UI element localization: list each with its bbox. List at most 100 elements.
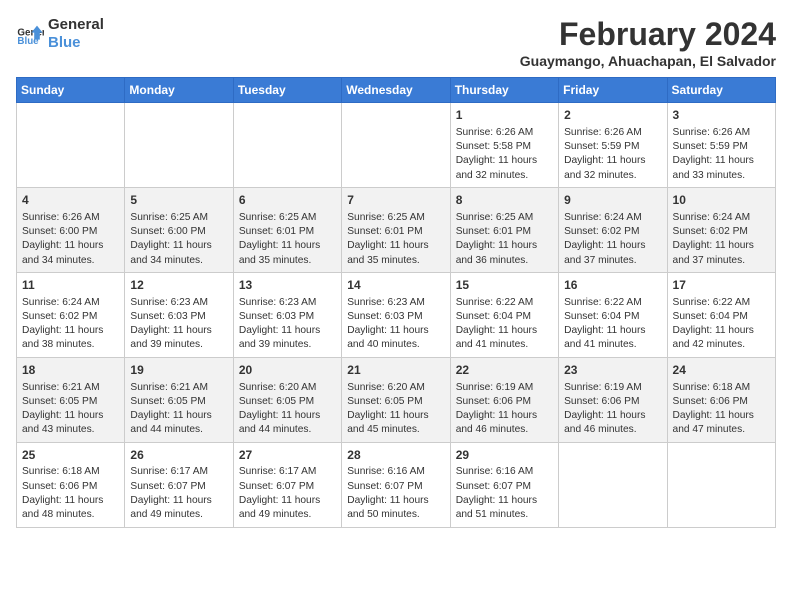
- day-info-line: Sunrise: 6:23 AM: [347, 296, 444, 310]
- day-info-line: Sunrise: 6:23 AM: [239, 296, 336, 310]
- day-number: 24: [673, 362, 770, 379]
- day-info-line: and 46 minutes.: [564, 423, 661, 437]
- day-cell: 20Sunrise: 6:20 AMSunset: 6:05 PMDayligh…: [233, 357, 341, 442]
- day-info-line: Sunrise: 6:25 AM: [347, 211, 444, 225]
- title-block: February 2024 Guaymango, Ahuachapan, El …: [520, 16, 776, 69]
- month-year-title: February 2024: [520, 16, 776, 53]
- header-cell-tuesday: Tuesday: [233, 78, 341, 103]
- day-info-line: Sunrise: 6:25 AM: [130, 211, 227, 225]
- day-cell: 23Sunrise: 6:19 AMSunset: 6:06 PMDayligh…: [559, 357, 667, 442]
- calendar-body: 1Sunrise: 6:26 AMSunset: 5:58 PMDaylight…: [17, 103, 776, 528]
- day-info-line: and 34 minutes.: [22, 254, 119, 268]
- day-number: 19: [130, 362, 227, 379]
- day-number: 9: [564, 192, 661, 209]
- header-cell-friday: Friday: [559, 78, 667, 103]
- day-info-line: and 37 minutes.: [673, 254, 770, 268]
- day-info-line: Daylight: 11 hours: [239, 324, 336, 338]
- day-info-line: Sunset: 5:58 PM: [456, 140, 553, 154]
- day-info-line: Sunset: 6:07 PM: [239, 480, 336, 494]
- day-info-line: Sunset: 6:03 PM: [347, 310, 444, 324]
- day-info-line: Daylight: 11 hours: [564, 154, 661, 168]
- day-info-line: and 46 minutes.: [456, 423, 553, 437]
- day-cell: 13Sunrise: 6:23 AMSunset: 6:03 PMDayligh…: [233, 272, 341, 357]
- day-info-line: Sunset: 6:02 PM: [564, 225, 661, 239]
- day-cell: 18Sunrise: 6:21 AMSunset: 6:05 PMDayligh…: [17, 357, 125, 442]
- day-info-line: Sunset: 6:00 PM: [22, 225, 119, 239]
- day-info-line: Sunset: 6:04 PM: [673, 310, 770, 324]
- day-info-line: Sunrise: 6:24 AM: [673, 211, 770, 225]
- day-info-line: Sunrise: 6:20 AM: [347, 381, 444, 395]
- logo-text-general: General: [48, 16, 104, 34]
- header-cell-wednesday: Wednesday: [342, 78, 450, 103]
- day-number: 20: [239, 362, 336, 379]
- calendar-table: SundayMondayTuesdayWednesdayThursdayFrid…: [16, 77, 776, 528]
- day-number: 21: [347, 362, 444, 379]
- day-info-line: and 35 minutes.: [239, 254, 336, 268]
- day-number: 28: [347, 447, 444, 464]
- header-cell-thursday: Thursday: [450, 78, 558, 103]
- day-info-line: Daylight: 11 hours: [130, 324, 227, 338]
- day-info-line: and 49 minutes.: [130, 508, 227, 522]
- week-row-5: 25Sunrise: 6:18 AMSunset: 6:06 PMDayligh…: [17, 442, 776, 527]
- day-info-line: Sunrise: 6:17 AM: [239, 465, 336, 479]
- day-cell: 26Sunrise: 6:17 AMSunset: 6:07 PMDayligh…: [125, 442, 233, 527]
- day-info-line: and 44 minutes.: [239, 423, 336, 437]
- day-number: 17: [673, 277, 770, 294]
- day-cell: 16Sunrise: 6:22 AMSunset: 6:04 PMDayligh…: [559, 272, 667, 357]
- day-number: 4: [22, 192, 119, 209]
- day-info-line: and 39 minutes.: [239, 338, 336, 352]
- day-number: 3: [673, 107, 770, 124]
- header-row: SundayMondayTuesdayWednesdayThursdayFrid…: [17, 78, 776, 103]
- day-cell: 9Sunrise: 6:24 AMSunset: 6:02 PMDaylight…: [559, 187, 667, 272]
- day-info-line: and 34 minutes.: [130, 254, 227, 268]
- day-info-line: and 47 minutes.: [673, 423, 770, 437]
- day-info-line: and 40 minutes.: [347, 338, 444, 352]
- day-info-line: Sunrise: 6:20 AM: [239, 381, 336, 395]
- day-number: 11: [22, 277, 119, 294]
- day-info-line: Sunset: 6:06 PM: [22, 480, 119, 494]
- day-info-line: Sunrise: 6:22 AM: [673, 296, 770, 310]
- day-info-line: and 50 minutes.: [347, 508, 444, 522]
- day-info-line: Sunrise: 6:17 AM: [130, 465, 227, 479]
- day-info-line: and 42 minutes.: [673, 338, 770, 352]
- day-number: 23: [564, 362, 661, 379]
- day-info-line: Daylight: 11 hours: [22, 324, 119, 338]
- day-number: 7: [347, 192, 444, 209]
- day-info-line: Daylight: 11 hours: [673, 409, 770, 423]
- day-info-line: Sunrise: 6:26 AM: [673, 126, 770, 140]
- day-info-line: Sunset: 6:07 PM: [456, 480, 553, 494]
- day-info-line: Sunset: 6:05 PM: [130, 395, 227, 409]
- day-info-line: Daylight: 11 hours: [456, 154, 553, 168]
- day-info-line: Daylight: 11 hours: [22, 239, 119, 253]
- day-info-line: Sunrise: 6:26 AM: [22, 211, 119, 225]
- day-info-line: Sunset: 6:07 PM: [130, 480, 227, 494]
- day-info-line: and 32 minutes.: [564, 169, 661, 183]
- day-info-line: Sunrise: 6:25 AM: [456, 211, 553, 225]
- day-info-line: Sunset: 6:06 PM: [456, 395, 553, 409]
- day-cell: 21Sunrise: 6:20 AMSunset: 6:05 PMDayligh…: [342, 357, 450, 442]
- day-number: 16: [564, 277, 661, 294]
- day-info-line: Sunset: 6:01 PM: [347, 225, 444, 239]
- day-info-line: Sunrise: 6:26 AM: [564, 126, 661, 140]
- day-info-line: Sunset: 5:59 PM: [564, 140, 661, 154]
- logo-text-blue: Blue: [48, 34, 104, 52]
- day-cell: 6Sunrise: 6:25 AMSunset: 6:01 PMDaylight…: [233, 187, 341, 272]
- day-cell: 2Sunrise: 6:26 AMSunset: 5:59 PMDaylight…: [559, 103, 667, 188]
- day-cell: 4 Sunrise: 6:26 AMSunset: 6:00 PMDaylight…: [17, 187, 125, 272]
- day-info-line: Sunset: 6:06 PM: [673, 395, 770, 409]
- week-row-2: 4 Sunrise: 6:26 AMSunset: 6:00 PMDaylight…: [17, 187, 776, 272]
- day-info-line: Sunrise: 6:26 AM: [456, 126, 553, 140]
- day-number: 8: [456, 192, 553, 209]
- header-cell-monday: Monday: [125, 78, 233, 103]
- day-info-line: and 48 minutes.: [22, 508, 119, 522]
- day-cell: 29Sunrise: 6:16 AMSunset: 6:07 PMDayligh…: [450, 442, 558, 527]
- location-subtitle: Guaymango, Ahuachapan, El Salvador: [520, 53, 776, 69]
- day-info-line: Sunset: 6:03 PM: [130, 310, 227, 324]
- day-info-line: Sunset: 6:02 PM: [673, 225, 770, 239]
- day-info-line: Daylight: 11 hours: [564, 324, 661, 338]
- day-cell: 17Sunrise: 6:22 AMSunset: 6:04 PMDayligh…: [667, 272, 775, 357]
- day-number: 18: [22, 362, 119, 379]
- day-number: 10: [673, 192, 770, 209]
- day-info-line: and 37 minutes.: [564, 254, 661, 268]
- week-row-3: 11Sunrise: 6:24 AMSunset: 6:02 PMDayligh…: [17, 272, 776, 357]
